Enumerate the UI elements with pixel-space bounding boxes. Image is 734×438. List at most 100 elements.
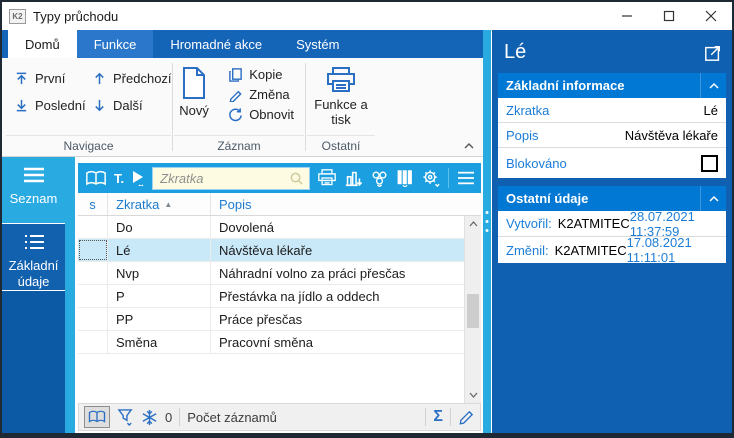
table-row-selected[interactable]: Lé Návštěva lékaře [78, 239, 464, 262]
book-icon [88, 410, 106, 424]
section-header[interactable]: Ostatní údaje [498, 186, 726, 211]
book-mode-button[interactable] [84, 406, 110, 428]
grid-header: s Zkratka ▲ Popis [78, 193, 481, 216]
table-row[interactable]: Nvp Náhradní volno za práci přesčas [78, 262, 464, 285]
table-row[interactable]: P Přestávka na jídlo a oddech [78, 285, 464, 308]
new-button[interactable]: Nový [174, 58, 214, 118]
window-title: Typy průchodu [33, 9, 118, 24]
edit-button[interactable] [458, 409, 475, 425]
gear-icon [421, 169, 441, 187]
book-view-button[interactable] [85, 170, 107, 187]
accent-strip [65, 157, 75, 433]
blokovano-checkbox[interactable] [701, 155, 718, 172]
sidebar-item-seznam[interactable]: Seznam [2, 157, 65, 223]
maximize-button[interactable] [648, 2, 690, 30]
refresh-icon [228, 107, 243, 122]
pencil-icon [458, 409, 475, 425]
table-row[interactable]: Směna Pracovní směna [78, 331, 464, 354]
close-button[interactable] [690, 2, 732, 30]
detail-title: Lé [504, 41, 526, 64]
minimize-button[interactable] [606, 2, 648, 30]
grid-area: T. [75, 157, 483, 433]
collapse-ribbon-button[interactable] [463, 142, 475, 150]
status-divider [425, 408, 426, 426]
title-bar: K2 Typy průchodu [2, 2, 732, 30]
tab-hromadne-akce[interactable]: Hromadné akce [153, 30, 279, 58]
list-icon [22, 166, 46, 184]
first-button[interactable]: První [14, 71, 92, 86]
search-icon [289, 171, 304, 186]
copy-button[interactable]: Kopie [228, 67, 294, 82]
grid-status-bar: 0 Počet záznamů Σ [78, 403, 481, 431]
arrow-down-bar-icon [14, 98, 29, 113]
collapse-section-button[interactable] [700, 73, 726, 98]
change-button[interactable]: Změna [228, 87, 294, 102]
book-icon [85, 170, 107, 187]
chevron-up-icon [708, 195, 720, 203]
column-header-s[interactable]: s [78, 193, 108, 215]
panel-splitter[interactable] [483, 30, 491, 433]
k2-logo-icon: K2 [9, 9, 26, 24]
search-box [152, 167, 310, 190]
printer-icon [325, 66, 357, 94]
scrollbar-down-button[interactable] [465, 387, 481, 403]
pencil-icon [228, 87, 243, 102]
section-ostatni-udaje: Ostatní údaje Vytvořil: K2ATMITEC 28.07.… [498, 186, 726, 263]
chart-button[interactable] [344, 170, 363, 187]
scrollbar-up-button[interactable] [465, 216, 481, 232]
related-records-button[interactable] [370, 170, 389, 187]
field-zmenil: Změnil: K2ATMITEC 17.08.2021 11:11:01 [498, 237, 726, 263]
record-count-label: Počet záznamů [187, 410, 277, 425]
window-controls [606, 2, 732, 30]
table-type-button[interactable]: T. [114, 171, 124, 186]
filter-button[interactable] [117, 408, 134, 426]
chevron-up-icon [708, 82, 720, 90]
settings-button[interactable] [421, 169, 441, 187]
group-label-zaznam: Záznam [174, 135, 304, 156]
functions-print-button[interactable]: Funkce a tisk [310, 58, 372, 127]
chevron-up-icon [463, 142, 475, 150]
view-sidebar: Seznam Základní údaje [2, 157, 65, 433]
tab-domu[interactable]: Domů [8, 30, 77, 58]
funnel-icon [117, 408, 134, 426]
table-row[interactable]: Do Dovolená [78, 216, 464, 239]
grid-menu-button[interactable] [456, 170, 476, 186]
open-in-window-button[interactable] [704, 44, 722, 62]
refresh-button[interactable]: Obnovit [228, 107, 294, 122]
status-divider [450, 408, 451, 426]
sum-button[interactable]: Σ [433, 409, 443, 425]
toolbar-divider [448, 168, 449, 188]
bar-chart-icon [344, 170, 363, 187]
quick-filter-button[interactable] [131, 170, 145, 186]
section-zakladni-informace: Základní informace Zkratka Lé Popis Návš… [498, 73, 726, 178]
last-button[interactable]: Poslední [14, 98, 92, 113]
printer-icon [317, 169, 337, 187]
play-icon [131, 170, 145, 186]
tab-system[interactable]: Systém [279, 30, 356, 58]
columns-button[interactable] [396, 170, 414, 187]
column-header-zkratka[interactable]: Zkratka ▲ [108, 193, 211, 215]
ribbon-tab-bar: Domů Funkce Hromadné akce Systém [2, 30, 483, 58]
record-count-value: 0 [165, 410, 172, 425]
field-vytvoril: Vytvořil: K2ATMITEC 28.07.2021 11:37:59 [498, 211, 726, 237]
grid-rows: Do Dovolená Lé Návštěva lékaře Nvp [78, 216, 464, 403]
field-popis: Popis Návštěva lékaře [498, 123, 726, 148]
three-circles-icon [370, 170, 389, 187]
detail-list-icon [22, 233, 46, 251]
tab-funkce[interactable]: Funkce [77, 30, 154, 58]
freeze-button[interactable] [141, 409, 158, 426]
search-input[interactable] [158, 170, 289, 187]
collapse-section-button[interactable] [700, 186, 726, 211]
print-button[interactable] [317, 169, 337, 187]
ribbon-group-navigace: První Předchozí Poslední [6, 58, 171, 156]
section-header[interactable]: Základní informace [498, 73, 726, 98]
copy-icon [228, 67, 243, 82]
field-zkratka: Zkratka Lé [498, 98, 726, 123]
chevron-up-icon [469, 221, 478, 227]
scrollbar-thumb[interactable] [467, 294, 479, 328]
vertical-scrollbar[interactable] [464, 216, 481, 403]
table-row[interactable]: PP Práce přesčas [78, 308, 464, 331]
hamburger-icon [456, 170, 476, 186]
column-header-popis[interactable]: Popis [211, 193, 481, 215]
sidebar-item-zakladni-udaje[interactable]: Základní údaje [2, 223, 65, 291]
